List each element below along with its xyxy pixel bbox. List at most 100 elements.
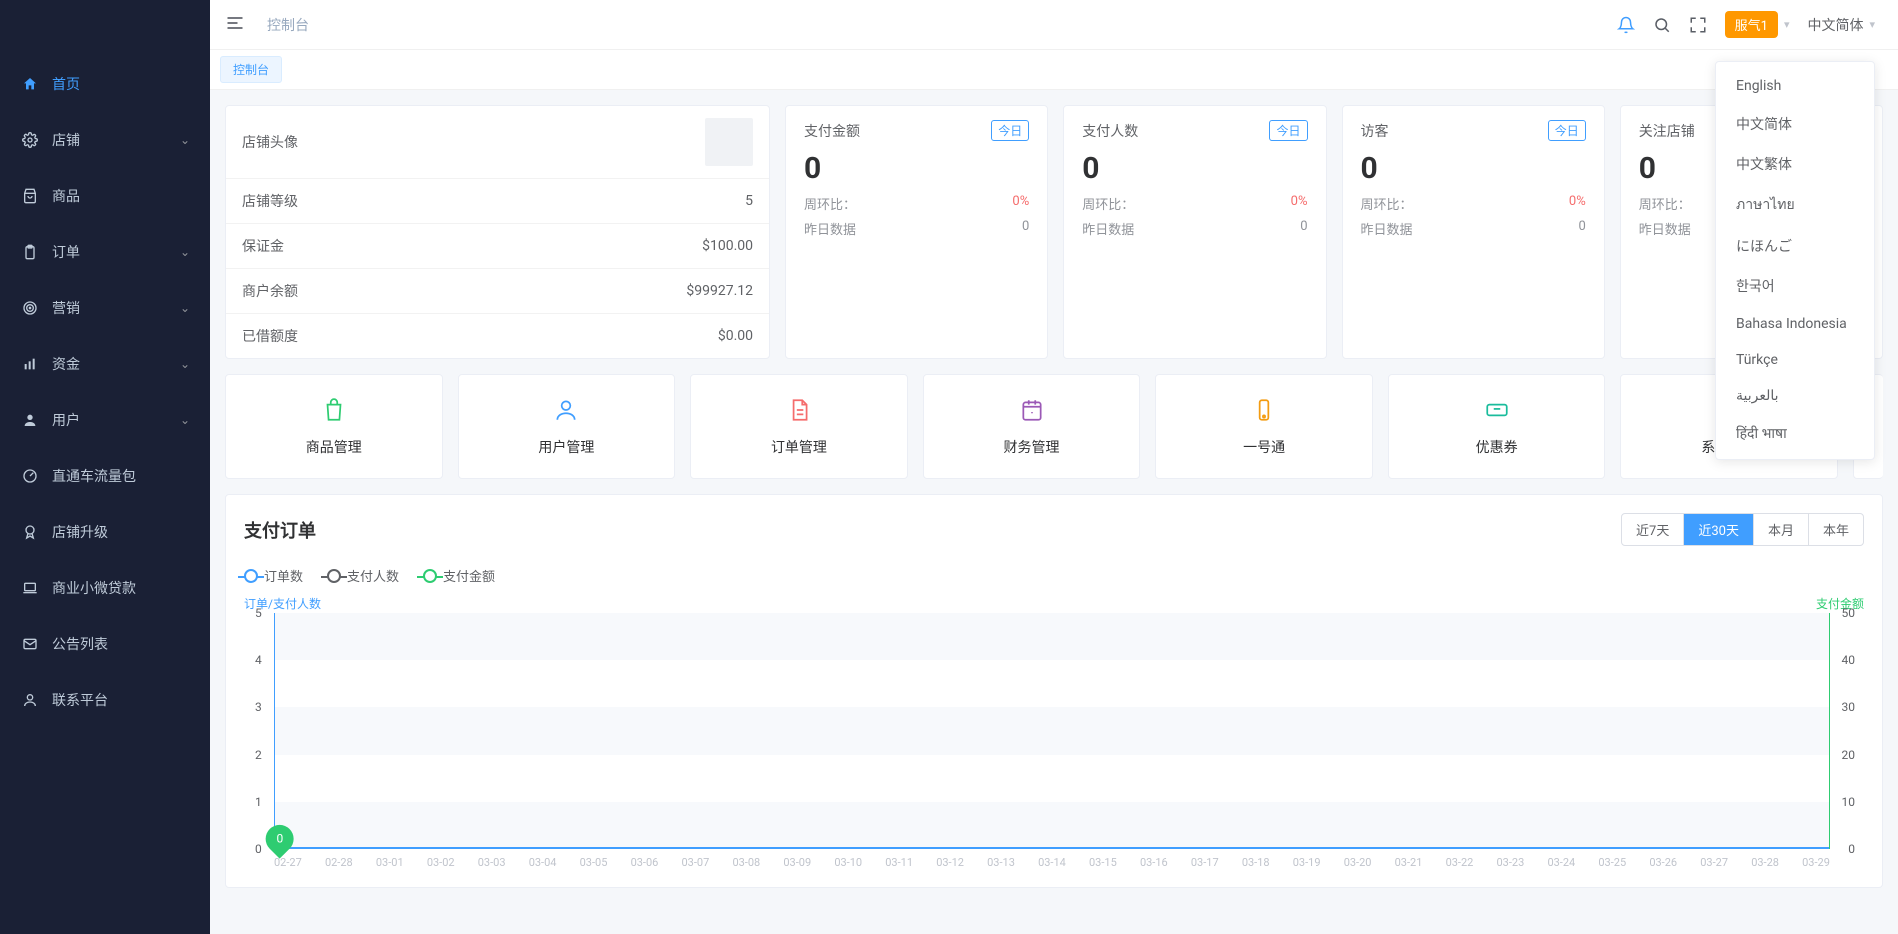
x-tick: 03-17 [1191, 856, 1219, 869]
stat-title: 支付人数 [1082, 121, 1138, 141]
stat-value: 0 [1082, 151, 1307, 186]
range-option-3[interactable]: 本年 [1809, 514, 1863, 545]
lang-option-7[interactable]: Türkçe [1716, 342, 1874, 378]
chevron-down-icon: ⌄ [180, 413, 190, 427]
shop-info-row: 店铺等级5 [226, 179, 769, 224]
hamburger-toggle-icon[interactable] [225, 13, 249, 37]
shop-avatar-placeholder [705, 118, 753, 166]
x-tick: 03-18 [1242, 856, 1270, 869]
quick-link-0[interactable]: 商品管理 [225, 374, 443, 479]
orders-chart-title: 支付订单 [244, 517, 316, 543]
range-option-1[interactable]: 近30天 [1684, 514, 1754, 545]
sidebar-item-label: 商品 [52, 186, 190, 206]
lang-option-1[interactable]: 中文简体 [1716, 104, 1874, 144]
user-icon [20, 412, 40, 428]
shop-info-row: 已借额度 $0.00 [226, 314, 769, 358]
quick-link-label: 商品管理 [306, 437, 362, 457]
y-left-tick: 2 [255, 748, 262, 762]
x-tick: 03-25 [1598, 856, 1626, 869]
y-left-tick: 1 [255, 795, 262, 809]
lang-option-6[interactable]: Bahasa Indonesia [1716, 306, 1874, 342]
sidebar-item-label: 联系平台 [52, 690, 190, 710]
legend-item-2[interactable]: 支付金额 [423, 566, 495, 585]
bag-icon [20, 188, 40, 204]
search-icon[interactable] [1653, 16, 1671, 34]
sidebar-item-6[interactable]: 用户⌄ [0, 392, 210, 448]
shop-info-card: 店铺头像店铺等级5保证金$100.00商户余额$99927.12已借额度$0.0… [225, 105, 770, 359]
sidebar-item-label: 公告列表 [52, 634, 190, 654]
x-tick: 03-24 [1547, 856, 1575, 869]
x-tick: 03-22 [1446, 856, 1474, 869]
coupon-icon [1484, 397, 1510, 423]
sidebar-item-7[interactable]: 直通车流量包 [0, 448, 210, 504]
sidebar-item-10[interactable]: 公告列表 [0, 616, 210, 672]
shop-info-value: $0.00 [718, 328, 753, 344]
sidebar-item-5[interactable]: 资金⌄ [0, 336, 210, 392]
y-right-tick: 0 [1848, 842, 1855, 856]
gear-icon [20, 132, 40, 148]
sidebar-item-11[interactable]: 联系平台 [0, 672, 210, 728]
sidebar-item-1[interactable]: 店铺⌄ [0, 112, 210, 168]
x-tick: 03-13 [987, 856, 1015, 869]
x-tick: 03-20 [1344, 856, 1372, 869]
sidebar-item-8[interactable]: 店铺升级 [0, 504, 210, 560]
shop-info-label: 保证金 [242, 236, 284, 256]
sidebar-item-3[interactable]: 订单⌄ [0, 224, 210, 280]
badge-icon [20, 524, 40, 540]
lang-option-3[interactable]: ภาษาไทย [1716, 184, 1874, 226]
range-option-2[interactable]: 本月 [1754, 514, 1809, 545]
x-tick: 03-12 [936, 856, 964, 869]
stat-prev-label: 昨日数据 [1082, 219, 1134, 238]
fullscreen-icon[interactable] [1689, 16, 1707, 34]
sidebar-item-label: 店铺 [52, 130, 180, 150]
x-tick: 03-01 [376, 856, 404, 869]
stat-card-2: 访客今日0周环比：0%昨日数据0 [1342, 105, 1605, 359]
stat-title: 访客 [1361, 121, 1389, 141]
stat-prev-value: 0 [1022, 219, 1029, 238]
x-tick: 03-28 [1751, 856, 1779, 869]
sidebar-item-4[interactable]: 营销⌄ [0, 280, 210, 336]
quick-link-1[interactable]: 用户管理 [458, 374, 676, 479]
stat-week-label: 周环比： [1361, 194, 1413, 213]
date-range-group: 近7天近30天本月本年 [1621, 513, 1864, 546]
range-option-0[interactable]: 近7天 [1622, 514, 1684, 545]
sidebar-item-2[interactable]: 商品 [0, 168, 210, 224]
lang-option-5[interactable]: 한국어 [1716, 266, 1874, 306]
sidebar-item-label: 商业小微贷款 [52, 578, 190, 598]
quick-link-3[interactable]: 财务管理 [923, 374, 1141, 479]
y-right-tick: 20 [1842, 748, 1856, 762]
lang-option-8[interactable]: بالعربية [1716, 378, 1874, 414]
shop-info-label: 已借额度 [242, 326, 298, 346]
y-right-tick: 50 [1842, 606, 1856, 620]
bell-icon[interactable] [1617, 16, 1635, 34]
mail-icon [20, 636, 40, 652]
shop-info-label: 商户余额 [242, 281, 298, 301]
document-icon [786, 397, 812, 423]
sidebar-item-9[interactable]: 商业小微贷款 [0, 560, 210, 616]
legend-item-0[interactable]: 订单数 [244, 566, 303, 585]
legend-swatch-icon [327, 569, 341, 583]
legend-item-1[interactable]: 支付人数 [327, 566, 399, 585]
lang-option-0[interactable]: English [1716, 68, 1874, 104]
user-badge: 服气1 [1725, 11, 1778, 38]
lang-option-2[interactable]: 中文繁体 [1716, 144, 1874, 184]
sidebar-item-0[interactable]: 首页 [0, 56, 210, 112]
x-tick: 03-15 [1089, 856, 1117, 869]
x-tick: 03-19 [1293, 856, 1321, 869]
quick-link-4[interactable]: 一号通 [1155, 374, 1373, 479]
x-tick: 02-27 [274, 856, 302, 869]
user-menu[interactable]: 服气1 ▾ [1725, 11, 1790, 38]
lang-option-4[interactable]: にほんご [1716, 226, 1874, 266]
chart-plot-area: 0 00110220330440550 [274, 613, 1830, 849]
stat-prev-label: 昨日数据 [1639, 219, 1691, 238]
stat-week-label: 周环比： [1639, 194, 1691, 213]
quick-link-2[interactable]: 订单管理 [690, 374, 908, 479]
language-selector[interactable]: 中文简体 ▾ [1807, 15, 1883, 35]
y-left-tick: 0 [255, 842, 262, 856]
shop-info-value: 5 [745, 193, 753, 209]
chevron-down-icon: ⌄ [180, 301, 190, 315]
quick-link-5[interactable]: 优惠券 [1388, 374, 1606, 479]
sidebar-item-label: 直通车流量包 [52, 466, 190, 486]
lang-option-9[interactable]: हिंदी भाषा [1716, 414, 1874, 453]
tab-dashboard[interactable]: 控制台 [220, 56, 282, 83]
